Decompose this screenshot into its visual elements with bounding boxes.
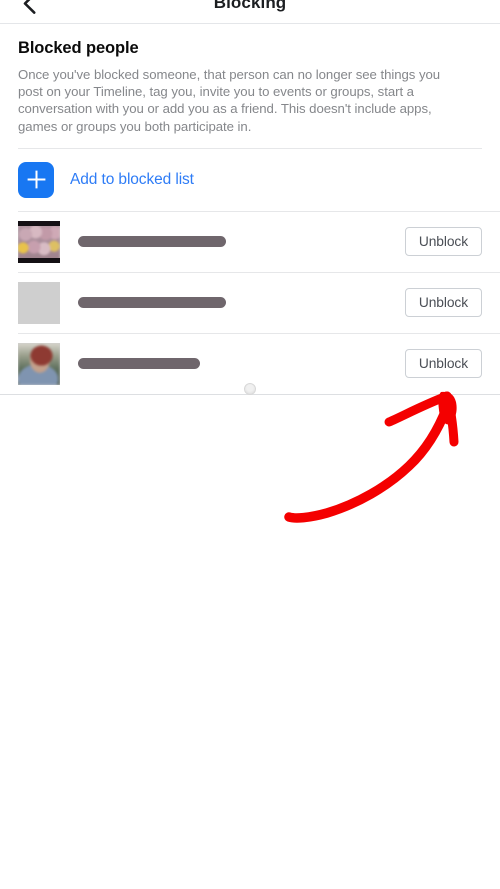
section-header: Blocked people Once you've blocked someo… [0, 24, 500, 135]
blocked-people-card: Blocked people Once you've blocked someo… [0, 24, 500, 395]
loading-spinner-icon [244, 383, 256, 395]
unblock-button[interactable]: Unblock [404, 288, 482, 318]
section-title: Blocked people [18, 39, 139, 57]
blocked-person-name-redacted [78, 297, 226, 309]
unblock-button[interactable]: Unblock [404, 227, 482, 257]
blocked-person-name-redacted [78, 236, 226, 248]
page-title: Blocking [213, 0, 287, 12]
avatar [18, 220, 60, 263]
plus-icon [27, 170, 45, 189]
blocked-person-row[interactable]: Unblock [0, 273, 500, 333]
blocked-person-row[interactable]: Unblock [0, 212, 500, 272]
navbar: Blocking [0, 0, 500, 20]
add-to-blocked-list-label: Add to blocked list [70, 170, 194, 188]
back-chevron-icon [23, 0, 35, 14]
avatar [18, 281, 60, 324]
loading-area [0, 359, 500, 419]
back-button[interactable] [18, 0, 40, 14]
blocking-settings-screen: Blocking Blocked people Once you've bloc… [0, 0, 500, 889]
section-description: Once you've blocked someone, that person… [18, 67, 441, 134]
add-to-blocked-list-row[interactable]: Add to blocked list [0, 149, 500, 211]
add-button[interactable] [18, 161, 54, 198]
